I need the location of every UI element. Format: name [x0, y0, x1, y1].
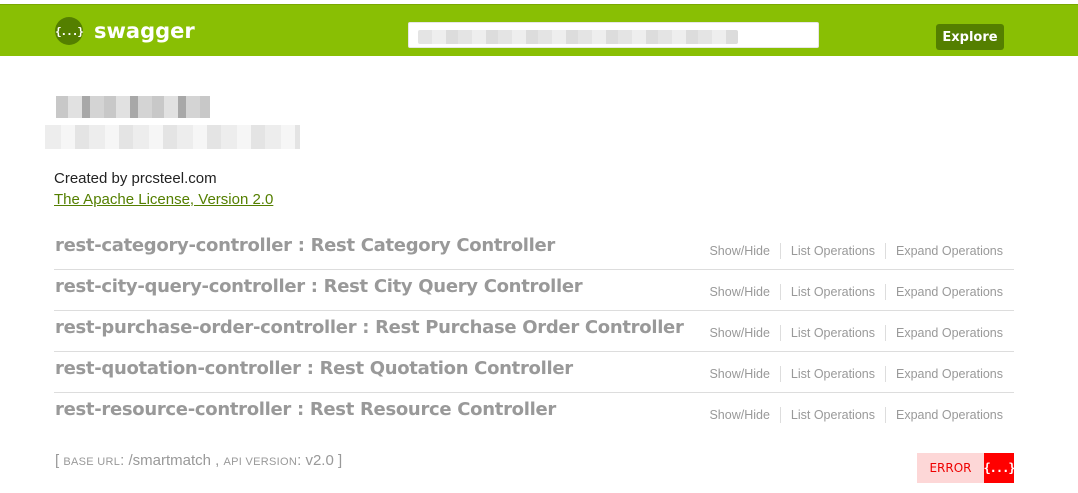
api-version-value: : v2.0: [297, 452, 334, 469]
license-link[interactable]: The Apache License, Version 2.0: [54, 191, 273, 208]
close-bracket: ]: [337, 452, 343, 469]
api-description-redacted: [45, 125, 300, 149]
validator-error-icon: {...}: [983, 453, 1016, 483]
api-url-input[interactable]: [408, 22, 819, 48]
swagger-logo-icon: {...}: [55, 17, 84, 45]
resource-row: rest-resource-controller : Rest Resource…: [54, 393, 1014, 434]
resource-row: rest-quotation-controller : Rest Quotati…: [54, 352, 1014, 393]
show-hide-link[interactable]: Show/Hide: [709, 366, 779, 382]
logo-text: swagger: [94, 19, 195, 43]
validator-error-label: ERROR: [917, 453, 984, 483]
resource-heading-purchase-order[interactable]: rest-purchase-order-controller : Rest Pu…: [55, 317, 684, 338]
resource-heading-quotation[interactable]: rest-quotation-controller : Rest Quotati…: [55, 358, 573, 379]
list-operations-link[interactable]: List Operations: [779, 325, 885, 341]
resource-heading-resource[interactable]: rest-resource-controller : Rest Resource…: [55, 399, 556, 420]
resource-heading-category[interactable]: rest-category-controller : Rest Category…: [55, 235, 555, 256]
list-operations-link[interactable]: List Operations: [779, 284, 885, 300]
api-version-label: api version: [223, 456, 298, 468]
resource-operations: Show/Hide List Operations Expand Operati…: [709, 243, 1003, 259]
resource-operations: Show/Hide List Operations Expand Operati…: [709, 284, 1003, 300]
expand-operations-link[interactable]: Expand Operations: [884, 407, 1003, 423]
list-operations-link[interactable]: List Operations: [779, 407, 885, 423]
show-hide-link[interactable]: Show/Hide: [709, 325, 779, 341]
resource-row: rest-purchase-order-controller : Rest Pu…: [54, 311, 1014, 352]
swagger-logo[interactable]: {...} swagger: [55, 17, 195, 45]
resource-row: rest-category-controller : Rest Category…: [54, 229, 1014, 270]
list-operations-link[interactable]: List Operations: [779, 366, 885, 382]
top-bar: {...} swagger Explore: [0, 4, 1078, 56]
list-operations-link[interactable]: List Operations: [779, 243, 885, 259]
show-hide-link[interactable]: Show/Hide: [709, 284, 779, 300]
expand-operations-link[interactable]: Expand Operations: [884, 366, 1003, 382]
base-url-info: [ base url: /smartmatch , api version: v…: [55, 452, 342, 469]
explore-button[interactable]: Explore: [936, 24, 1004, 50]
validator-badge[interactable]: ERROR {...}: [917, 453, 1016, 483]
resource-operations: Show/Hide List Operations Expand Operati…: [709, 407, 1003, 423]
base-url-value: : /smartmatch ,: [120, 452, 220, 469]
expand-operations-link[interactable]: Expand Operations: [884, 284, 1003, 300]
resource-heading-city-query[interactable]: rest-city-query-controller : Rest City Q…: [55, 276, 583, 297]
open-bracket: [: [55, 452, 60, 469]
show-hide-link[interactable]: Show/Hide: [709, 407, 779, 423]
resource-operations: Show/Hide List Operations Expand Operati…: [709, 366, 1003, 382]
resource-operations: Show/Hide List Operations Expand Operati…: [709, 325, 1003, 341]
created-by-text: Created by prcsteel.com: [54, 170, 217, 187]
resource-list: rest-category-controller : Rest Category…: [54, 229, 1014, 434]
base-url-label: base url: [63, 456, 121, 468]
resource-row: rest-city-query-controller : Rest City Q…: [54, 270, 1014, 311]
expand-operations-link[interactable]: Expand Operations: [884, 243, 1003, 259]
expand-operations-link[interactable]: Expand Operations: [884, 325, 1003, 341]
api-title-redacted: [56, 96, 210, 118]
show-hide-link[interactable]: Show/Hide: [709, 243, 779, 259]
